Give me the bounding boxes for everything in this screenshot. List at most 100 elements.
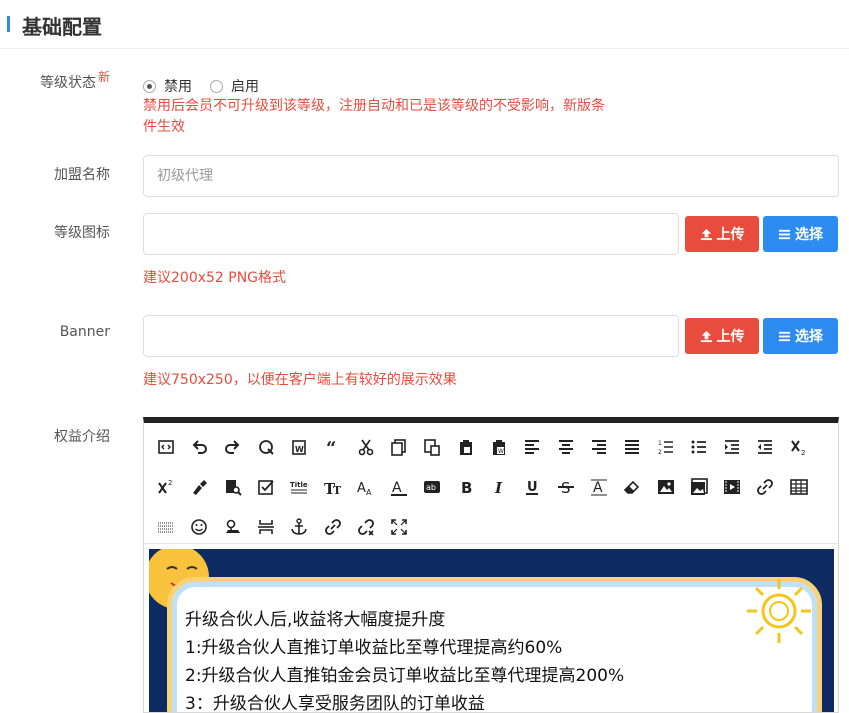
text-style-icon[interactable]: A	[588, 476, 610, 498]
undo-icon[interactable]	[188, 436, 210, 458]
banner-hint: 建议750x250，以便在客户端上有较好的展示效果	[143, 372, 457, 388]
icon-upload-button[interactable]: 上传	[685, 216, 759, 252]
redo-icon[interactable]	[222, 436, 244, 458]
radio-enable[interactable]: 启用	[210, 76, 259, 96]
svg-text:B: B	[461, 479, 472, 497]
svg-text:“: “	[326, 438, 336, 457]
editor-toolbar: W“W1222TitleTTAAAabBIUSA	[144, 423, 838, 544]
link-alt-icon[interactable]	[322, 516, 344, 538]
quote-icon[interactable]: “	[322, 436, 344, 458]
radio-enable-label: 启用	[231, 79, 259, 95]
unlink-icon[interactable]	[355, 516, 377, 538]
icon-label: 等级图标	[54, 225, 110, 241]
content-line-4: 3：升级合伙人享受服务团队的订单收益	[185, 694, 485, 713]
level-status-hint: 禁用后会员不可升级到该等级，注册自动和已是该等级的不受影响，新版条 件生效	[143, 96, 605, 138]
align-right-icon[interactable]	[588, 436, 610, 458]
list-icon	[778, 229, 791, 239]
strikethrough-icon[interactable]: S	[555, 476, 577, 498]
gallery-icon[interactable]	[688, 476, 710, 498]
upload-icon	[700, 228, 712, 240]
paste-text-icon[interactable]	[455, 436, 477, 458]
font-color-icon[interactable]: A	[388, 476, 410, 498]
indent-icon[interactable]	[721, 436, 743, 458]
level-status-label-text: 等级状态	[39, 75, 96, 91]
svg-text:A: A	[593, 480, 603, 496]
anchor-icon[interactable]	[288, 516, 310, 538]
background-color-icon[interactable]: ab	[421, 476, 443, 498]
banner-upload-button[interactable]: 上传	[685, 318, 759, 354]
icon-hint: 建议200x52 PNG格式	[143, 270, 287, 286]
new-badge: 新	[97, 70, 110, 84]
align-center-icon[interactable]	[555, 436, 577, 458]
upload-icon	[700, 330, 712, 342]
video-icon[interactable]	[721, 476, 743, 498]
icon-select-button[interactable]: 选择	[763, 216, 838, 252]
map-icon[interactable]	[222, 516, 244, 538]
paste-word-icon[interactable]: W	[288, 436, 310, 458]
banner-url-input[interactable]	[143, 315, 679, 357]
emoji-icon[interactable]	[188, 516, 210, 538]
page-title: 基础配置	[22, 15, 102, 39]
page-break-icon[interactable]	[255, 516, 277, 538]
outdent-icon[interactable]	[754, 436, 776, 458]
image-icon[interactable]	[655, 476, 677, 498]
svg-text:A: A	[357, 481, 366, 496]
subscript-icon[interactable]: 2	[788, 436, 810, 458]
svg-text:I: I	[494, 479, 503, 497]
title-icon[interactable]: Title	[288, 476, 310, 498]
link-icon[interactable]	[754, 476, 776, 498]
align-left-icon[interactable]	[521, 436, 543, 458]
svg-text:A: A	[366, 488, 372, 497]
paste-format-icon[interactable]: W	[488, 436, 510, 458]
icon-upload-label: 上传	[716, 227, 745, 243]
level-status-label: 等级状态新	[39, 70, 110, 92]
horizontal-rule-icon[interactable]	[155, 516, 177, 538]
title-accent-bar	[7, 16, 10, 32]
source-icon[interactable]	[155, 436, 177, 458]
format-brush-icon[interactable]	[188, 476, 210, 498]
banner-upload-label: 上传	[716, 329, 745, 345]
banner-select-button[interactable]: 选择	[763, 318, 838, 354]
font-family-icon[interactable]: TT	[322, 476, 344, 498]
table-icon[interactable]	[788, 476, 810, 498]
icon-select-label: 选择	[795, 227, 823, 243]
find-replace-icon[interactable]	[222, 476, 244, 498]
svg-text:1: 1	[658, 440, 662, 447]
svg-text:ab: ab	[426, 483, 436, 492]
editor-content[interactable]: 升级合伙人后,收益将大幅度提升度 1:升级合伙人直推订单收益比至尊代理提高约60…	[149, 549, 834, 713]
icon-url-input[interactable]	[143, 213, 679, 255]
paste-icon[interactable]	[421, 436, 443, 458]
eraser-icon[interactable]	[621, 476, 643, 498]
svg-text:2: 2	[801, 449, 805, 457]
level-status-hint-line2: 件生效	[143, 119, 185, 135]
ordered-list-icon[interactable]: 12	[655, 436, 677, 458]
svg-text:W: W	[295, 445, 304, 454]
radio-disable[interactable]: 禁用	[143, 76, 192, 96]
blockquote-icon[interactable]	[255, 436, 277, 458]
sun-outline-decoration	[747, 579, 811, 643]
checkbox-icon[interactable]	[255, 476, 277, 498]
italic-icon[interactable]: I	[488, 476, 510, 498]
benefits-label: 权益介绍	[54, 429, 110, 445]
underline-icon[interactable]: U	[521, 476, 543, 498]
svg-text:Title: Title	[290, 481, 308, 489]
superscript-icon[interactable]: 2	[155, 476, 177, 498]
bold-icon[interactable]: B	[455, 476, 477, 498]
cut-icon[interactable]	[355, 436, 377, 458]
unordered-list-icon[interactable]	[688, 436, 710, 458]
radio-disable-dot[interactable]	[143, 79, 156, 93]
copy-icon[interactable]	[388, 436, 410, 458]
level-status-hint-line1: 禁用后会员不可升级到该等级，注册自动和已是该等级的不受影响，新版条	[143, 98, 605, 114]
fullscreen-icon[interactable]	[388, 516, 410, 538]
font-size-icon[interactable]: AA	[355, 476, 377, 498]
level-status-radio-group: 禁用 启用	[143, 76, 277, 96]
banner-label: Banner	[59, 324, 110, 340]
align-justify-icon[interactable]	[621, 436, 643, 458]
banner-select-label: 选择	[795, 329, 823, 345]
svg-text:U: U	[527, 480, 538, 495]
name-input[interactable]	[143, 155, 839, 197]
page-header: 基础配置	[0, 0, 849, 49]
radio-enable-dot[interactable]	[210, 79, 223, 93]
svg-text:T: T	[333, 484, 342, 497]
name-label: 加盟名称	[54, 167, 110, 183]
